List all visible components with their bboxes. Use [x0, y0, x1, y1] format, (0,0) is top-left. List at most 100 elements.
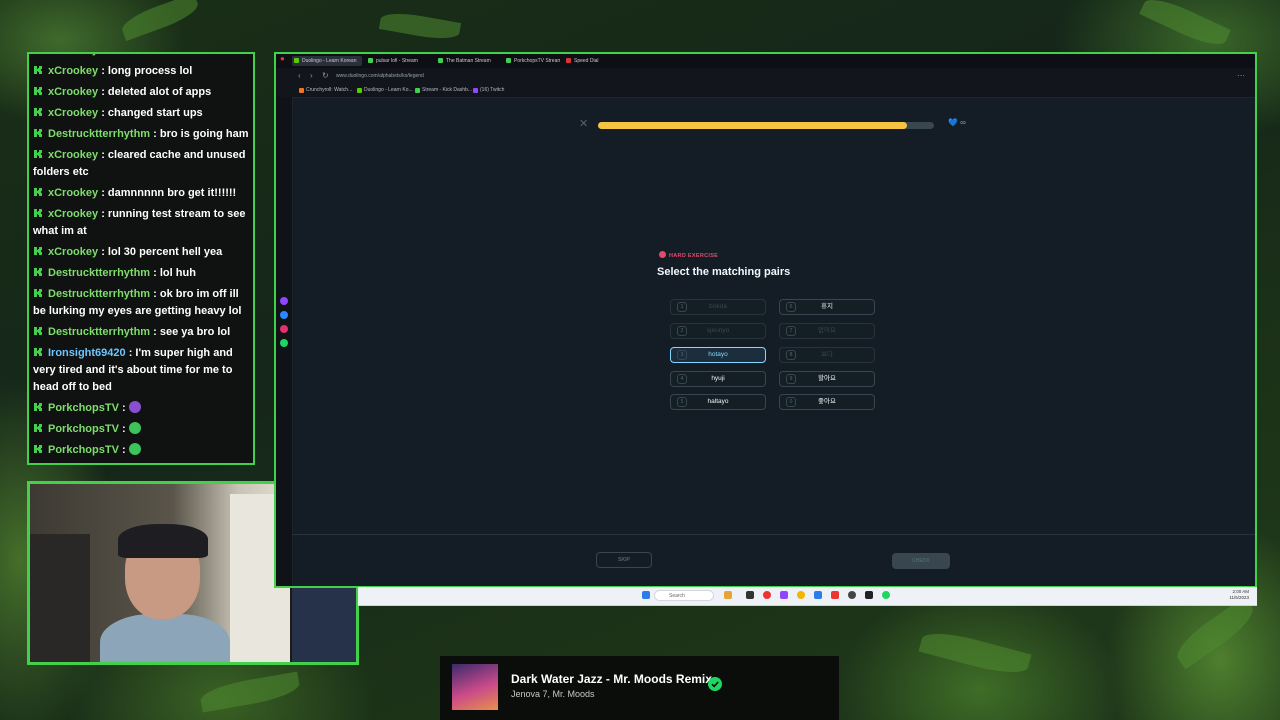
right-pair-option[interactable]: 0 좋아요	[779, 394, 875, 410]
chat-message: xCrookey : lol 30 percent hell yea	[29, 244, 253, 265]
tab-favicon-icon	[566, 58, 571, 63]
sidebar-messenger-icon[interactable]	[280, 311, 288, 319]
tab-favicon-icon	[506, 58, 511, 63]
taskbar-date: 11/6/2023	[1229, 595, 1249, 600]
tab-label: Duolingo - Learn Korean	[302, 58, 357, 64]
bookmark-item[interactable]: Crunchyroll: Watch...	[298, 86, 352, 95]
chrome-icon[interactable]	[797, 591, 805, 599]
chat-message: Destrucktterrhythm : bro is going ham	[29, 126, 253, 147]
right-pair-option[interactable]: 6 휴지	[779, 299, 875, 315]
lesson-progress-fill	[598, 122, 908, 129]
browser-tab[interactable]: Duolingo - Learn Korean	[292, 56, 362, 66]
chat-message: Ironsight69420 : I'm super high and very…	[29, 345, 253, 400]
chat-username[interactable]: Destrucktterrhythm	[48, 267, 150, 279]
chat-username[interactable]: xCrookey	[48, 149, 98, 161]
chat-username[interactable]: xCrookey	[48, 107, 98, 119]
background-leaf	[1139, 0, 1231, 52]
spotify-icon[interactable]	[882, 591, 890, 599]
left-pair-option[interactable]: 5 haltayo	[670, 394, 766, 410]
background-leaf	[1170, 596, 1260, 670]
right-pair-option[interactable]: 8 보다	[779, 347, 875, 363]
taskbar-clock[interactable]: 2:00 AM 11/6/2023	[1229, 589, 1249, 601]
extensions-icon[interactable]: ⋯	[1237, 71, 1245, 80]
chat-message: xCrookey : lol	[29, 52, 253, 63]
back-icon[interactable]: ‹	[298, 71, 301, 80]
sidebar-twitch-icon[interactable]	[280, 297, 288, 305]
chat-message: Destrucktterrhythm : see ya bro lol	[29, 324, 253, 345]
taskbar-app-icon[interactable]	[848, 591, 856, 599]
chat-message: PorkchopsTV :	[29, 421, 253, 442]
chat-username[interactable]: Destrucktterrhythm	[48, 326, 150, 338]
left-pair-option[interactable]: 1 bokda	[670, 299, 766, 315]
chat-username[interactable]: xCrookey	[48, 246, 98, 258]
chat-username[interactable]: Destrucktterrhythm	[48, 128, 150, 140]
lesson-footer	[292, 534, 1255, 586]
track-title: Dark Water Jazz - Mr. Moods Remix	[511, 672, 712, 686]
reload-icon[interactable]: ↻	[322, 71, 329, 80]
kick-badge-icon	[33, 52, 43, 54]
url-text[interactable]: www.duolingo.com/alphabets/ko/legend	[336, 71, 424, 81]
chat-username[interactable]: xCrookey	[48, 65, 98, 77]
tab-strip: ● Duolingo - Learn Korean pulsar lofi - S…	[276, 54, 1255, 68]
chat-text: bro is going ham	[159, 128, 249, 140]
bookmark-label: Stream - Kick Dashb...	[422, 87, 473, 93]
check-button[interactable]: CHECK	[892, 553, 950, 569]
taskbar-app-icon[interactable]	[724, 591, 732, 599]
bookmark-item[interactable]: Stream - Kick Dashb...	[414, 86, 472, 95]
start-icon[interactable]	[642, 591, 650, 599]
taskbar-app-icon[interactable]	[814, 591, 822, 599]
right-pair-option[interactable]: 9 할아요	[779, 371, 875, 387]
tab-label: PorkchopsTV Stream	[514, 58, 560, 64]
bookmark-favicon-icon	[299, 88, 304, 93]
chat-username[interactable]: xCrookey	[48, 208, 98, 220]
taskbar-app-icon[interactable]	[780, 591, 788, 599]
bookmark-item[interactable]: Duolingo - Learn Ko...	[356, 86, 413, 95]
browser-tab[interactable]: pulsar lofi - Stream	[366, 56, 432, 66]
chat-emote-icon	[128, 401, 141, 413]
chat-text: damnnnnn bro get it!!!!!!	[107, 187, 237, 199]
exercise-icon	[659, 251, 666, 258]
kick-badge-icon	[33, 444, 43, 454]
chat-separator: :	[118, 423, 129, 435]
taskbar-app-icon[interactable]	[865, 591, 873, 599]
right-pair-option[interactable]: 7 없어요	[779, 323, 875, 339]
chat-username[interactable]: xCrookey	[48, 86, 98, 98]
chat-username[interactable]: Ironsight69420	[48, 347, 126, 359]
chat-username[interactable]: Destrucktterrhythm	[48, 288, 150, 300]
pair-number: 4	[677, 374, 687, 384]
browser-menu-icon[interactable]: ●	[280, 54, 285, 63]
sidebar-spotify-icon[interactable]	[280, 339, 288, 347]
chat-text: lol huh	[159, 267, 196, 279]
kick-badge-icon	[33, 86, 43, 96]
chat-message: xCrookey : running test stream to see wh…	[29, 206, 253, 244]
skip-button[interactable]: SKIP	[596, 552, 652, 568]
chat-username[interactable]: xCrookey	[48, 187, 98, 199]
chat-separator: :	[150, 326, 160, 338]
chat-username[interactable]: PorkchopsTV	[48, 444, 119, 456]
chat-message: xCrookey : long process lol	[29, 63, 253, 84]
chat-username[interactable]: PorkchopsTV	[48, 423, 119, 435]
close-lesson-icon[interactable]: ✕	[579, 117, 588, 130]
chat-text: see ya bro lol	[159, 326, 231, 338]
bookmark-item[interactable]: (16) Twitch	[472, 86, 504, 95]
taskbar-app-icon[interactable]	[746, 591, 754, 599]
browser-tab[interactable]: The Batman Stream	[436, 56, 500, 66]
kick-badge-icon	[33, 128, 43, 138]
left-pair-option[interactable]: 2 sjeunyo	[670, 323, 766, 339]
left-pair-option[interactable]: 3 hotayo	[670, 347, 766, 363]
chat-message: xCrookey : changed start ups	[29, 105, 253, 126]
browser-tab[interactable]: Speed Dial	[564, 56, 610, 66]
chat-separator: :	[125, 347, 136, 359]
opera-icon[interactable]	[763, 591, 771, 599]
chat-username[interactable]: PorkchopsTV	[48, 402, 119, 414]
chat-username[interactable]: xCrookey	[48, 54, 98, 56]
taskbar-app-icon[interactable]	[831, 591, 839, 599]
left-pair-option[interactable]: 4 hyuji	[670, 371, 766, 387]
browser-tab[interactable]: PorkchopsTV Stream	[504, 56, 560, 66]
forward-icon[interactable]: ›	[310, 71, 313, 80]
kick-badge-icon	[33, 347, 43, 357]
taskbar-search-input[interactable]: Search	[654, 590, 714, 601]
sidebar-instagram-icon[interactable]	[280, 325, 288, 333]
chat-separator: :	[98, 54, 108, 56]
streamer-shirt	[100, 614, 230, 662]
